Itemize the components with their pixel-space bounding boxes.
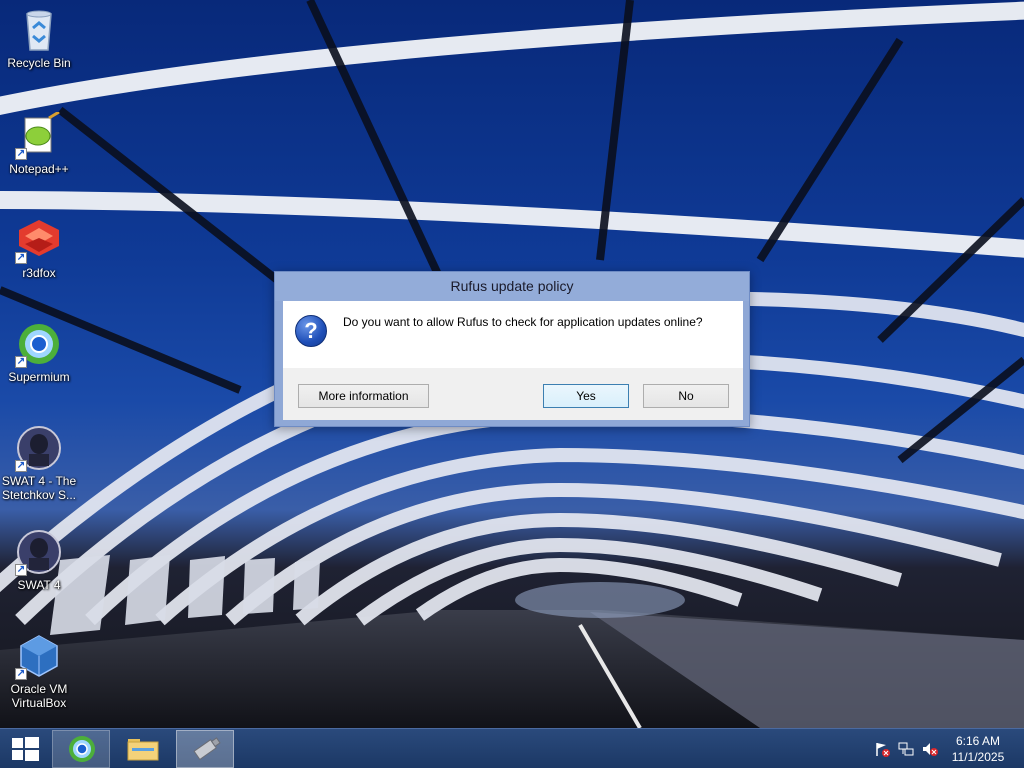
taskbar: 6:16 AM 11/1/2025	[0, 728, 1024, 768]
desktop-icon-recycle-bin[interactable]: Recycle Bin	[1, 6, 77, 70]
windows-logo-icon	[12, 737, 39, 761]
shortcut-arrow-icon: ↗	[15, 356, 27, 368]
virtualbox-icon: ↗	[15, 632, 63, 680]
desktop-icon-label: Oracle VM VirtualBox	[10, 682, 68, 710]
desktop-icon-label: Supermium	[8, 370, 70, 384]
desktop-icon-virtualbox[interactable]: ↗ Oracle VM VirtualBox	[1, 632, 77, 710]
supermium-icon	[69, 736, 95, 762]
usb-drive-icon	[193, 737, 221, 761]
shortcut-arrow-icon: ↗	[15, 668, 27, 680]
clock-time: 6:16 AM	[955, 734, 1001, 748]
action-center-flag-icon[interactable]	[874, 741, 890, 757]
desktop-icon-notepadpp[interactable]: ↗ Notepad++	[1, 110, 77, 176]
desktop-icon-label: SWAT 4	[17, 578, 61, 592]
taskbar-rufus-button[interactable]	[176, 730, 234, 768]
desktop-icon-label: SWAT 4 - The Stetchkov S...	[1, 474, 77, 502]
more-information-button[interactable]: More information	[298, 384, 429, 408]
r3dfox-icon: ↗	[15, 216, 63, 264]
shortcut-arrow-icon: ↗	[15, 252, 27, 264]
start-button[interactable]	[0, 730, 50, 768]
dialog-content: ? Do you want to allow Rufus to check fo…	[283, 301, 743, 368]
taskbar-supermium-button[interactable]	[52, 730, 110, 768]
shortcut-arrow-icon: ↗	[15, 460, 27, 472]
desktop-icon-label: r3dfox	[22, 266, 56, 280]
folder-icon	[127, 739, 159, 761]
taskbar-clock[interactable]: 6:16 AM 11/1/2025	[948, 733, 1008, 765]
clock-date: 11/1/2025	[951, 750, 1005, 764]
desktop-icon-supermium[interactable]: ↗ Supermium	[1, 320, 77, 384]
desktop-icon-swat4[interactable]: ↗ SWAT 4	[1, 528, 77, 592]
shortcut-arrow-icon: ↗	[15, 148, 27, 160]
no-button[interactable]: No	[643, 384, 729, 408]
yes-button[interactable]: Yes	[543, 384, 629, 408]
dialog-body: ? Do you want to allow Rufus to check fo…	[283, 301, 743, 420]
desktop-icon-r3dfox[interactable]: ↗ r3dfox	[1, 216, 77, 280]
swat4-icon: ↗	[15, 528, 63, 576]
volume-muted-icon[interactable]	[922, 741, 938, 757]
network-icon[interactable]	[898, 741, 914, 757]
supermium-icon: ↗	[15, 320, 63, 368]
recycle-bin-icon	[15, 6, 63, 54]
taskbar-file-explorer-button[interactable]	[114, 730, 172, 768]
desktop-icon-swat4-tss[interactable]: ↗ SWAT 4 - The Stetchkov S...	[1, 424, 77, 502]
desktop-icon-label: Notepad++	[9, 162, 69, 176]
dialog-title: Rufus update policy	[275, 272, 749, 301]
dialog-message: Do you want to allow Rufus to check for …	[343, 315, 703, 329]
swat4-tss-icon: ↗	[15, 424, 63, 472]
desktop-icon-label: Recycle Bin	[7, 56, 71, 70]
notepadpp-icon: ↗	[15, 110, 63, 160]
rufus-update-policy-dialog: Rufus update policy ? Do you want to all…	[274, 271, 750, 427]
question-icon: ?	[295, 315, 327, 347]
shortcut-arrow-icon: ↗	[15, 564, 27, 576]
